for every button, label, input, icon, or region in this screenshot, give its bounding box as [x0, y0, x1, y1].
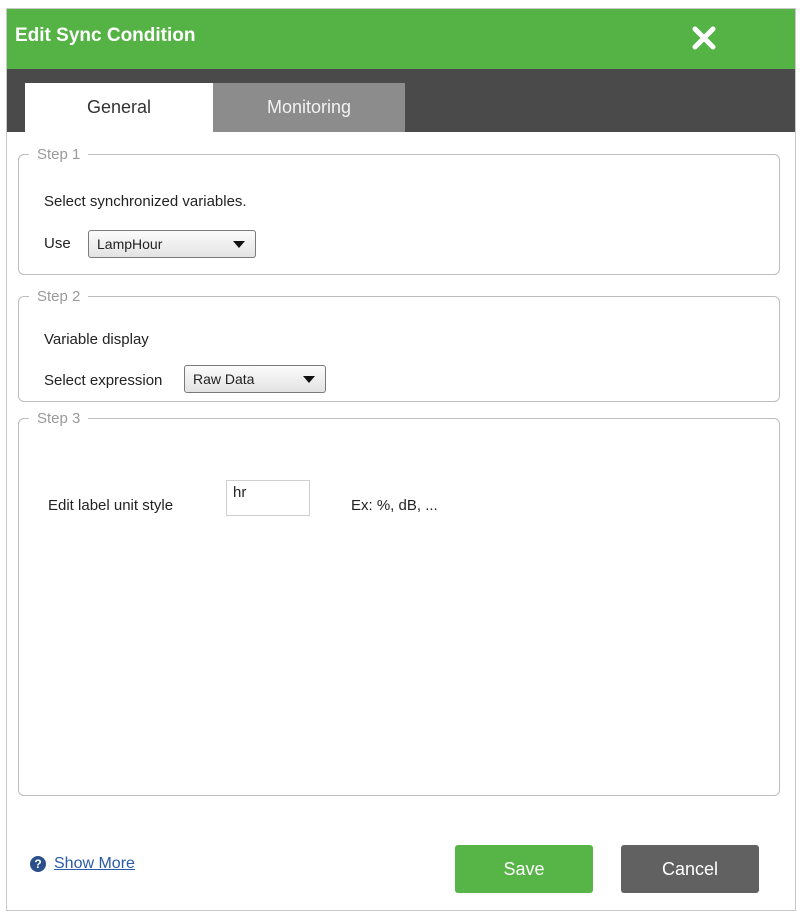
dialog-titlebar: Edit Sync Condition — [7, 9, 795, 69]
tab-general[interactable]: General — [25, 83, 213, 132]
step1-description: Select synchronized variables. — [44, 193, 247, 210]
step1-legend: Step 1 — [37, 146, 81, 163]
chevron-down-icon — [233, 241, 245, 248]
unit-style-input[interactable] — [226, 480, 310, 516]
close-icon[interactable] — [687, 21, 721, 55]
save-button[interactable]: Save — [455, 845, 593, 893]
use-label: Use — [44, 235, 71, 252]
step3-group: Step 3 — [18, 410, 780, 796]
use-variable-select[interactable]: LampHour — [88, 230, 256, 258]
tab-monitoring[interactable]: Monitoring — [213, 83, 405, 132]
expression-value: Raw Data — [193, 371, 255, 387]
question-circle-icon: ? — [30, 856, 46, 872]
show-more-link[interactable]: ? Show More — [30, 855, 135, 873]
use-variable-value: LampHour — [97, 236, 163, 252]
tab-bar: General Monitoring — [7, 69, 795, 132]
chevron-down-icon — [303, 376, 315, 383]
dialog-title: Edit Sync Condition — [15, 25, 196, 46]
expression-label: Select expression — [44, 372, 163, 389]
cancel-button[interactable]: Cancel — [621, 845, 759, 893]
unit-style-label: Edit label unit style — [48, 497, 174, 514]
step2-legend: Step 2 — [37, 288, 81, 305]
step3-legend: Step 3 — [37, 410, 81, 427]
show-more-label: Show More — [54, 855, 135, 872]
unit-style-hint: Ex: %, dB, ... — [351, 497, 438, 514]
step2-description: Variable display — [44, 331, 149, 348]
expression-select[interactable]: Raw Data — [184, 365, 326, 393]
